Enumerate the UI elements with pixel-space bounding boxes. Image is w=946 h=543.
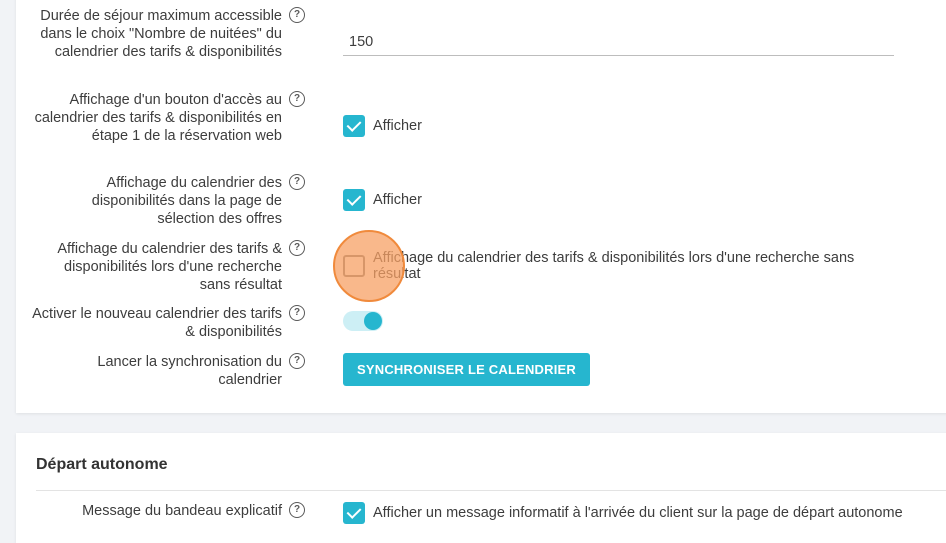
no-result-calendar-help-icon[interactable]: ? [289,240,305,256]
max-stay-help-icon[interactable]: ? [289,7,305,23]
no-result-calendar-label: Affichage du calendrier des tarifs & dis… [57,241,282,293]
no-result-calendar-checkbox-label[interactable]: Affichage du calendrier des tarifs & dis… [373,250,903,282]
banner-message-checkbox[interactable] [343,502,365,524]
depart-autonome-title: Départ autonome [36,456,168,473]
sync-calendar-button[interactable]: SYNCHRONISER LE CALENDRIER [343,353,590,386]
availability-calendar-checkbox-label[interactable]: Afficher [373,192,422,208]
depart-autonome-card [16,433,946,543]
availability-calendar-label: Affichage du calendrier des disponibilit… [91,175,282,227]
access-button-checkbox[interactable] [343,115,365,137]
max-stay-input-underline[interactable] [343,33,894,56]
no-result-calendar-checkbox[interactable] [343,255,365,277]
banner-message-checkbox-label[interactable]: Afficher un message informatif à l'arriv… [373,505,933,521]
access-button-help-icon[interactable]: ? [289,91,305,107]
max-stay-label: Durée de séjour maximum accessible dans … [40,8,282,60]
section-divider [36,490,946,491]
availability-calendar-checkbox[interactable] [343,189,365,211]
availability-calendar-help-icon[interactable]: ? [289,174,305,190]
banner-message-help-icon[interactable]: ? [289,502,305,518]
sync-help-icon[interactable]: ? [289,353,305,369]
banner-message-label: Message du bandeau explicatif [82,503,282,519]
new-calendar-toggle-knob[interactable] [364,312,382,330]
sync-label: Lancer la synchronisation du calendrier [97,354,282,388]
access-button-checkbox-label[interactable]: Afficher [373,118,422,134]
access-button-label: Affichage d'un bouton d'accès au calendr… [34,92,282,144]
new-calendar-help-icon[interactable]: ? [289,305,305,321]
new-calendar-label: Activer le nouveau calendrier des tarifs… [32,306,282,340]
